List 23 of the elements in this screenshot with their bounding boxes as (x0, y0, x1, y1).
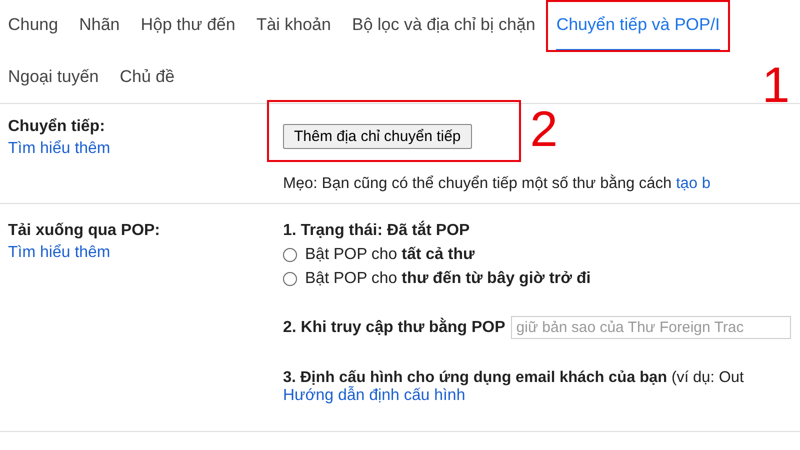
configure-text: 3. Định cấu hình cho ứng dụng email khách của bạn (ví dụ: Out (283, 369, 745, 386)
configure-guide-link[interactable]: Hướng dẫn định cấu hình (283, 387, 800, 405)
settings-tab[interactable]: Chung (8, 0, 58, 52)
settings-tab[interactable]: Hộp thư đến (140, 0, 236, 52)
settings-tab[interactable]: Nhãn (79, 0, 120, 52)
settings-tab[interactable]: Tài khoản (256, 0, 331, 52)
pop-status: 1. Trạng thái: Đã tắt POP (283, 222, 471, 240)
tip-text: Mẹo: Bạn cũng có thể chuyển tiếp một số thư bằng cách tạo b (283, 175, 712, 193)
settings-tab[interactable]: Chủ đề (120, 52, 175, 104)
step-number: 1 (762, 60, 790, 110)
learn-more-link[interactable]: Tìm hiểu thêm (8, 140, 283, 158)
settings-tab[interactable]: Bộ lọc và địa chỉ bị chặn (352, 0, 536, 52)
pop-access-label: 2. Khi truy cập thư bằng POP (283, 318, 506, 336)
add-forwarding-address-button[interactable]: Thêm địa chỉ chuyển tiếp (283, 124, 472, 149)
section-title: Chuyển tiếp: (8, 118, 106, 136)
create-filter-link[interactable]: tạo b (676, 175, 710, 192)
step-number: 2 (530, 104, 558, 154)
settings-tab[interactable]: Chuyển tiếp và POP/I (556, 0, 720, 52)
radio-label[interactable]: Bật POP cho thư đến từ bây giờ trở đi (305, 270, 591, 288)
settings-tab[interactable]: Ngoại tuyến (8, 52, 99, 104)
radio-label[interactable]: Bật POP cho tất cả thư (305, 246, 475, 264)
section-title: Tải xuống qua POP: (8, 222, 162, 240)
learn-more-link[interactable]: Tìm hiểu thêm (8, 244, 283, 262)
